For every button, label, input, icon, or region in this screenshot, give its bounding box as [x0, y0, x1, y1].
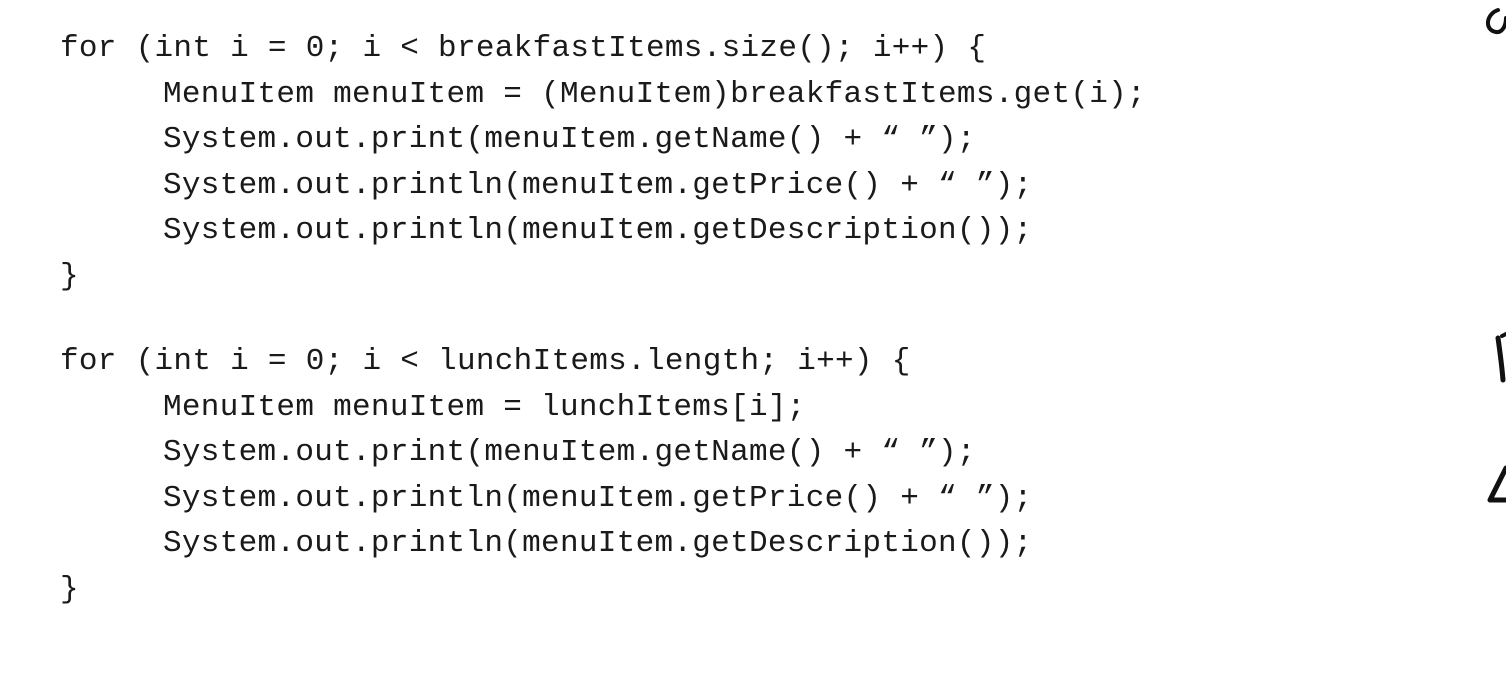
code-listing: for (int i = 0; i < breakfastItems.size(… [60, 26, 1146, 612]
code-line: } [60, 571, 79, 607]
pen-mark-bottom [1487, 465, 1506, 503]
code-line: System.out.print(menuItem.getName() + “ … [163, 435, 976, 470]
code-line: System.out.println(menuItem.getDescripti… [163, 526, 1033, 561]
handwritten-margin-marks [1486, 8, 1506, 503]
code-line: MenuItem menuItem = lunchItems[i]; [163, 389, 806, 425]
pen-mark-top [1486, 8, 1506, 35]
code-line: MenuItem menuItem = (MenuItem)breakfastI… [163, 76, 1146, 112]
code-line: System.out.println(menuItem.getPrice() +… [163, 167, 1033, 203]
code-line: for (int i = 0; i < lunchItems.length; i… [60, 344, 911, 379]
document-page: for (int i = 0; i < breakfastItems.size(… [0, 0, 1506, 678]
code-line: System.out.println(menuItem.getPrice() +… [163, 480, 1033, 516]
code-line: } [60, 258, 79, 294]
code-line: System.out.println(menuItem.getDescripti… [163, 213, 1033, 248]
code-line: System.out.print(menuItem.getName() + “ … [163, 122, 976, 157]
code-line: for (int i = 0; i < breakfastItems.size(… [60, 31, 987, 66]
pen-mark-middle [1495, 335, 1506, 383]
code-block-breakfast: for (int i = 0; i < breakfastItems.size(… [60, 26, 1146, 299]
pen-mark-middle-stroke [1500, 332, 1506, 338]
code-block-lunch: for (int i = 0; i < lunchItems.length; i… [60, 339, 1146, 612]
